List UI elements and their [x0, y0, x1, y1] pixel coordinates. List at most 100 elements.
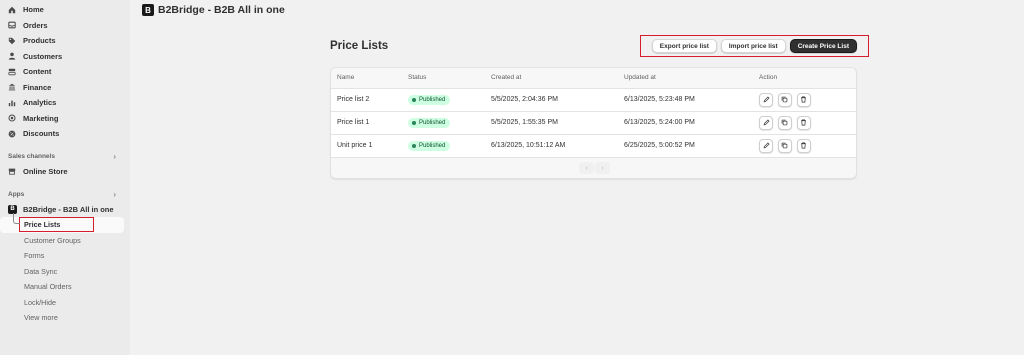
delete-button[interactable] [796, 138, 811, 153]
column-header-created: Created at [491, 74, 522, 82]
cell-updated: 6/25/2025, 5:00:52 PM [624, 142, 695, 150]
trash-icon [801, 96, 807, 103]
subnav-customer-groups[interactable]: Customer Groups [0, 233, 130, 249]
nav-label: Discounts [23, 129, 60, 139]
column-header-name: Name [337, 74, 355, 82]
subnav-data-sync[interactable]: Data Sync [0, 264, 130, 280]
cell-actions [753, 111, 856, 134]
create-price-list-button[interactable]: Create Price List [789, 39, 857, 53]
nav-label: Orders [23, 20, 48, 30]
bank-icon [8, 83, 16, 91]
nav-item-customers[interactable]: Customers [0, 49, 130, 65]
sidebar: Home Orders Products Customers Content F… [0, 0, 130, 355]
sales-channels-header[interactable]: Sales channels › [0, 150, 130, 164]
nav-label: Customers [23, 51, 63, 61]
column-header-status: Status [408, 74, 427, 82]
status-label: Published [419, 119, 446, 126]
nav-label: Marketing [23, 113, 59, 123]
header-actions: Export price list Import price list Crea… [640, 35, 869, 57]
nav-item-home[interactable]: Home [0, 2, 130, 18]
nav-item-online-store[interactable]: Online Store [0, 164, 130, 180]
subnav-label: Customer Groups [24, 235, 81, 245]
table-row[interactable]: Unit price 1 Published 6/13/2025, 10:51:… [331, 134, 856, 157]
person-icon [8, 52, 16, 60]
duplicate-icon [782, 119, 788, 126]
pencil-icon [763, 119, 769, 126]
cell-actions [753, 134, 856, 157]
tag-icon [8, 37, 16, 45]
import-price-list-button[interactable]: Import price list [720, 39, 786, 53]
cell-name: Unit price 1 [337, 142, 373, 150]
apps-label: Apps [8, 190, 25, 198]
status-dot-icon [412, 97, 416, 102]
cell-name: Price list 2 [337, 96, 370, 103]
subnav-view-more[interactable]: View more [0, 310, 130, 326]
nav-label: Home [23, 5, 44, 15]
cell-status: Published [402, 111, 485, 134]
table-row[interactable]: Price list 1 Published 5/5/2025, 1:55:35… [331, 111, 856, 134]
nav-item-analytics[interactable]: Analytics [0, 95, 130, 111]
cell-name: Price list 1 [337, 119, 370, 126]
apps-header[interactable]: Apps › [0, 187, 130, 201]
status-dot-icon [412, 143, 416, 148]
orders-icon [8, 21, 16, 29]
nav-item-content[interactable]: Content [0, 64, 130, 80]
edit-button[interactable] [759, 138, 773, 153]
store-icon [8, 167, 16, 175]
duplicate-button[interactable] [777, 138, 792, 153]
column-header-action: Action [759, 74, 778, 82]
next-page-button[interactable]: › [595, 162, 610, 174]
duplicate-button[interactable] [777, 92, 792, 107]
pagination: ‹ › [579, 162, 611, 174]
subnav-label: Data Sync [24, 266, 58, 276]
previous-page-button[interactable]: ‹ [579, 162, 594, 174]
subnav-lock-hide[interactable]: Lock/Hide [0, 295, 130, 311]
app-logo-icon: B [142, 4, 154, 16]
table-row[interactable]: Price list 2 Published 5/5/2025, 2:04:36… [331, 88, 856, 111]
target-icon [8, 114, 16, 122]
duplicate-icon [782, 142, 788, 149]
export-price-list-button[interactable]: Export price list [651, 39, 717, 53]
price-lists-table: Name Status Created at Updated at Action… [331, 68, 856, 157]
sales-channels-label: Sales channels [8, 153, 55, 160]
cell-actions [753, 88, 856, 111]
nav-item-orders[interactable]: Orders [0, 18, 130, 34]
nav-item-discounts[interactable]: Discounts [0, 126, 130, 142]
nav-label: Online Store [23, 166, 68, 176]
duplicate-button[interactable] [777, 115, 792, 130]
duplicate-icon [782, 96, 788, 103]
cell-created: 5/5/2025, 2:04:36 PM [491, 96, 558, 103]
status-dot-icon [412, 120, 416, 125]
highlight-box [19, 217, 94, 232]
nav-item-finance[interactable]: Finance [0, 80, 130, 96]
trash-icon [801, 119, 807, 126]
nav-item-products[interactable]: Products [0, 33, 130, 49]
app-title: B2Bridge - B2B All in one [158, 4, 285, 16]
nav-label: Finance [23, 82, 52, 92]
cell-updated: 6/13/2025, 5:24:00 PM [624, 119, 695, 126]
cell-status: Published [402, 88, 485, 111]
edit-button[interactable] [759, 92, 773, 107]
trash-icon [801, 142, 807, 149]
subnav-forms[interactable]: Forms [0, 248, 130, 264]
subnav-label: Manual Orders [24, 282, 72, 292]
subnav-manual-orders[interactable]: Manual Orders [0, 279, 130, 295]
discount-icon [8, 130, 16, 138]
content-icon [8, 68, 16, 76]
status-label: Published [419, 96, 446, 103]
nav-label: Analytics [23, 98, 57, 108]
cell-updated: 6/13/2025, 5:23:48 PM [624, 96, 695, 103]
page-title: Price Lists [330, 40, 389, 52]
edit-button[interactable] [759, 115, 773, 130]
app-header: B B2Bridge - B2B All in one [142, 4, 285, 16]
pencil-icon [763, 142, 769, 149]
tree-connector [13, 213, 20, 224]
app-name: B2Bridge - B2B All in one [23, 204, 114, 214]
table-footer: ‹ › [331, 157, 856, 178]
delete-button[interactable] [796, 115, 811, 130]
delete-button[interactable] [796, 92, 811, 107]
cell-created: 5/5/2025, 1:55:35 PM [491, 119, 558, 126]
cell-status: Published [402, 134, 485, 157]
table-header-row: Name Status Created at Updated at Action [331, 68, 856, 88]
nav-item-marketing[interactable]: Marketing [0, 111, 130, 127]
